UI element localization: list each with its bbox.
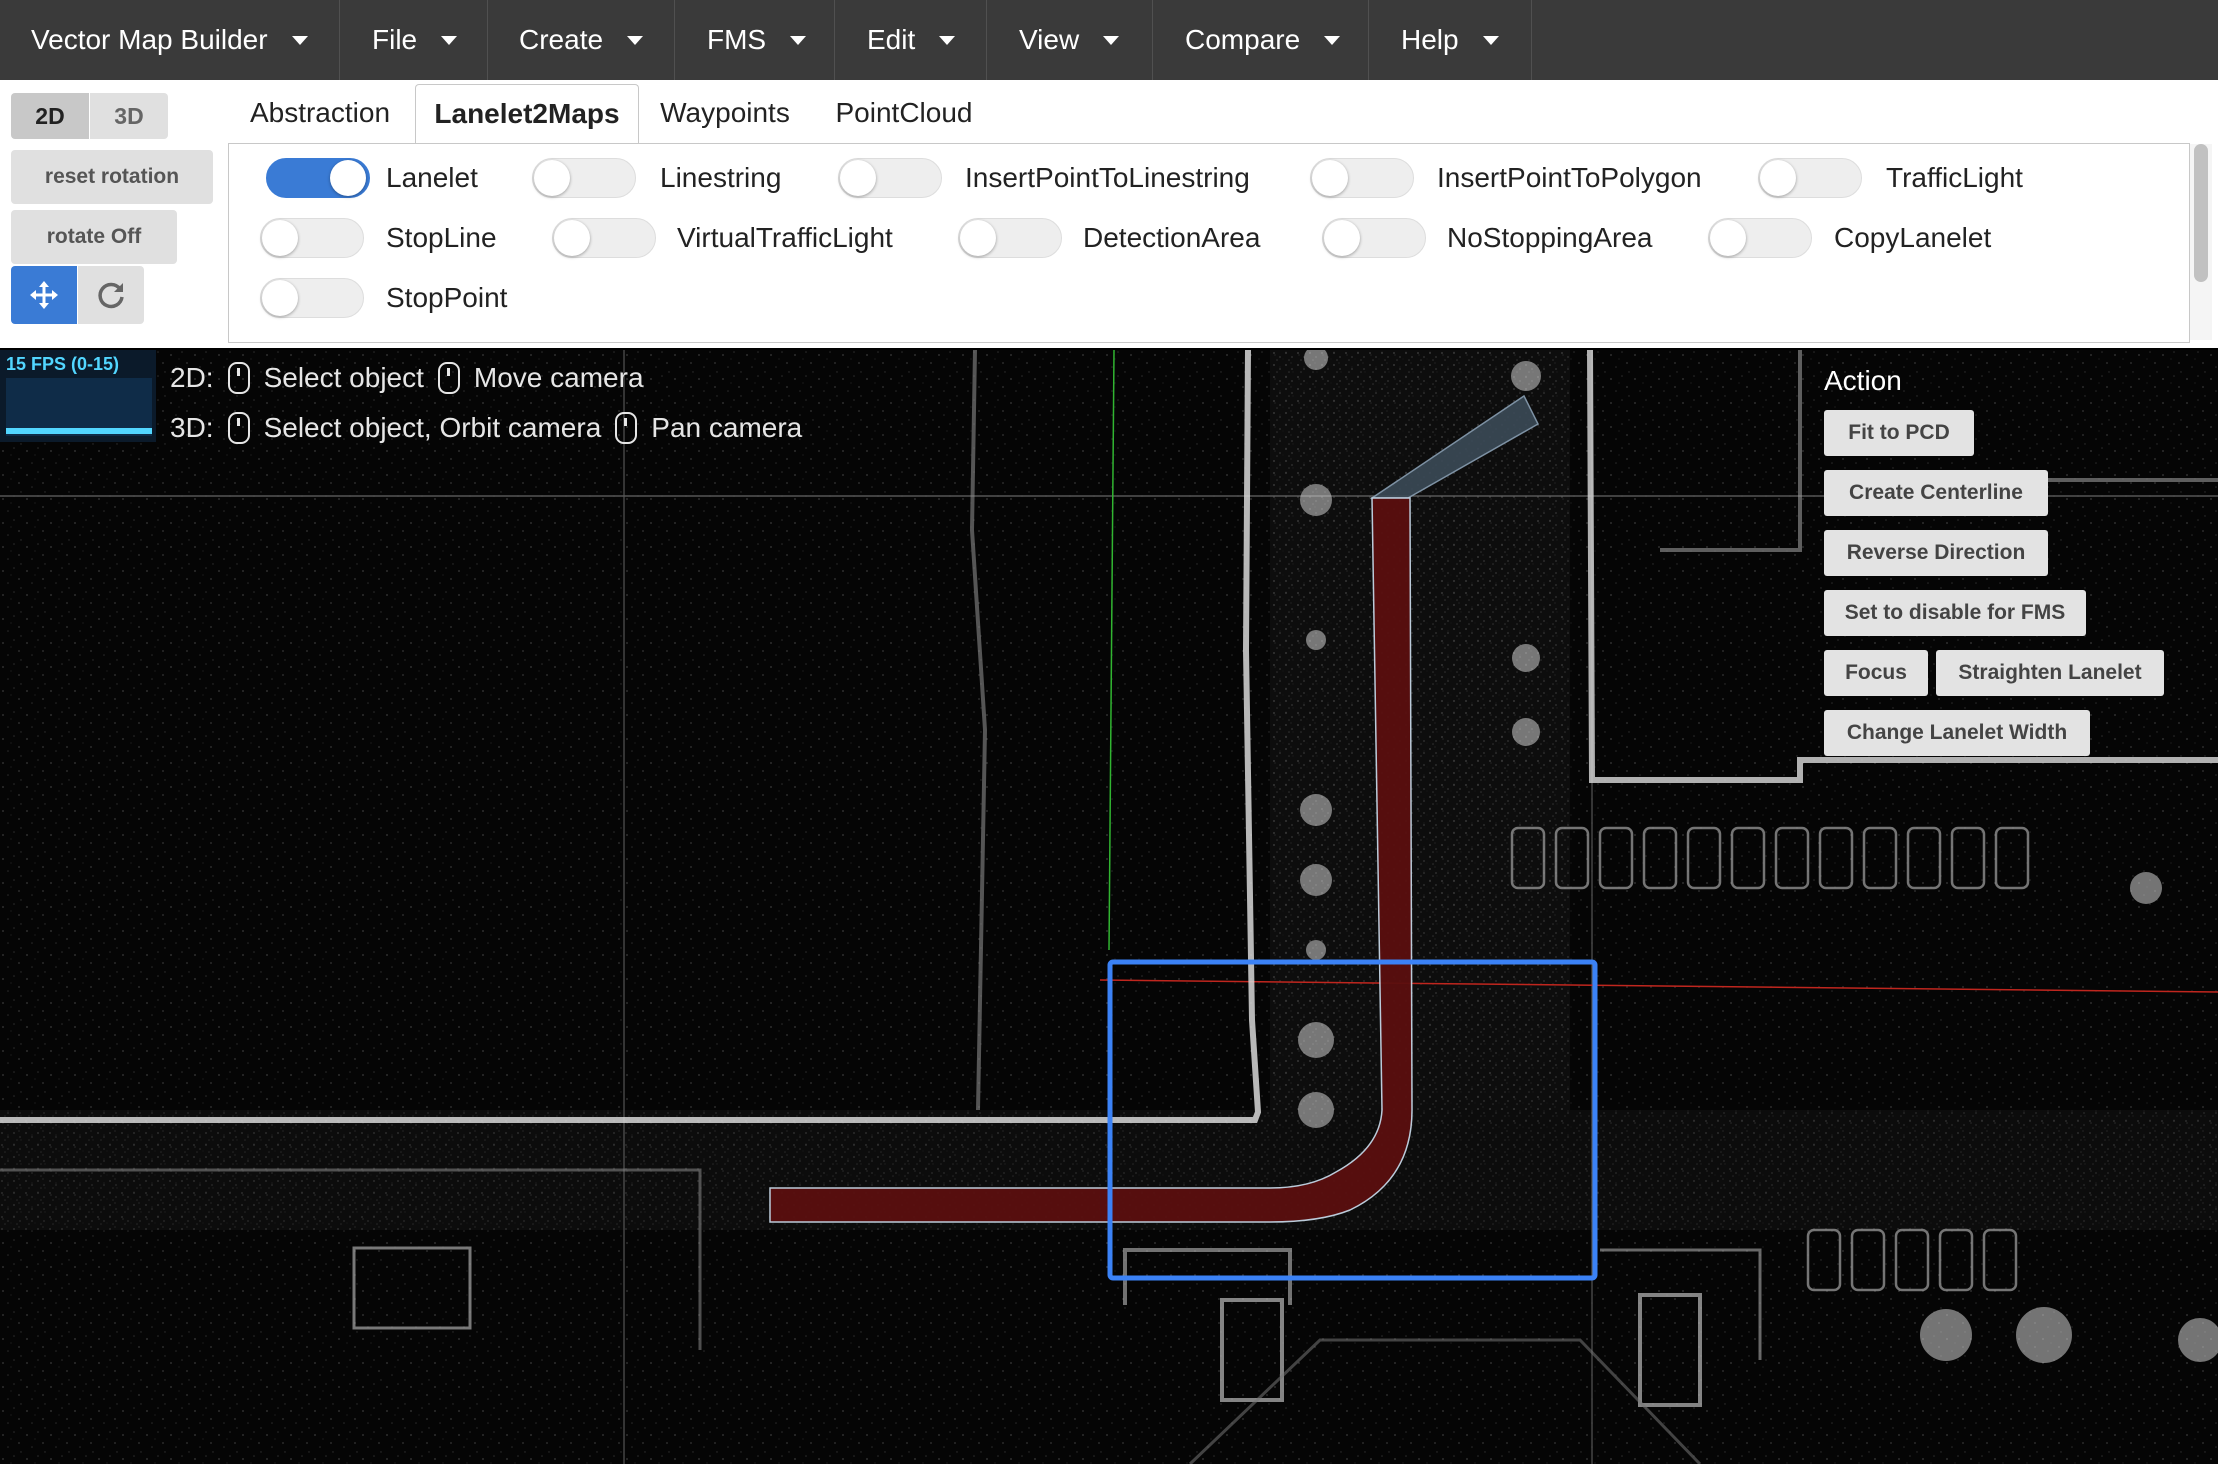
chevron-down-icon (627, 35, 644, 45)
toggle-trafficlight[interactable] (1758, 158, 1862, 198)
tab-lanelet2maps[interactable]: Lanelet2Maps (415, 84, 639, 143)
toggle-label-virtualtrafficlight: VirtualTrafficLight (677, 222, 893, 253)
toggle-knob (840, 160, 876, 196)
point-cloud-map (0, 350, 2218, 1464)
hint-2d-move: Move camera (473, 362, 644, 393)
toggle-virtualtrafficlight[interactable] (552, 218, 656, 258)
menu-fms[interactable]: FMS (675, 0, 835, 80)
reset-rotation-button[interactable]: reset rotation (11, 150, 213, 204)
mouse-left-click-icon (227, 412, 250, 444)
hint-2d-prefix: 2D: (170, 362, 214, 393)
rotate-toggle-button[interactable]: rotate Off (11, 210, 177, 264)
toggle-knob (554, 220, 590, 256)
menu-app[interactable]: Vector Map Builder (0, 0, 340, 80)
straighten-lanelet-button[interactable]: Straighten Lanelet (1936, 650, 2164, 696)
tab-abstraction[interactable]: Abstraction (232, 84, 408, 142)
toggle-nostoppingarea[interactable] (1322, 218, 1426, 258)
toggle-label-trafficlight: TrafficLight (1886, 162, 2023, 193)
refresh-icon (98, 282, 124, 309)
move-tool-button[interactable] (11, 266, 77, 324)
toggle-stoppoint[interactable] (260, 278, 364, 318)
menu-create-label: Create (519, 24, 604, 55)
chevron-down-icon (1324, 35, 1341, 45)
menu-file-label: File (372, 24, 418, 55)
toggle-label-insertpointtopolygon: InsertPointToPolygon (1437, 162, 1702, 193)
chevron-down-icon (790, 35, 807, 45)
toggle-insertpointtopolygon[interactable] (1310, 158, 1414, 198)
fps-graph-bar (6, 428, 152, 434)
toggle-label-insertpointtolinestring: InsertPointToLinestring (965, 162, 1250, 193)
fps-meter[interactable]: 15 FPS (0-15) (0, 350, 156, 442)
change-lanelet-width-button[interactable]: Change Lanelet Width (1824, 710, 2090, 756)
chevron-down-icon (1103, 35, 1120, 45)
toggle-linestring[interactable] (532, 158, 636, 198)
tab-pointcloud[interactable]: PointCloud (818, 84, 990, 142)
menu-file[interactable]: File (340, 0, 488, 80)
menu-compare-label: Compare (1185, 24, 1301, 55)
fps-graph (6, 378, 152, 436)
reverse-direction-button[interactable]: Reverse Direction (1824, 530, 2048, 576)
hint-2d: 2D: Select object Move camera (170, 358, 644, 398)
map-viewport[interactable]: 15 FPS (0-15) 2D: Select object Move cam… (0, 350, 2218, 1464)
menu-create[interactable]: Create (488, 0, 675, 80)
toggle-knob (330, 160, 366, 196)
toggle-knob (1710, 220, 1746, 256)
disable-for-fms-button[interactable]: Set to disable for FMS (1824, 590, 2086, 636)
chevron-down-icon (939, 35, 956, 45)
hint-2d-select: Select object (263, 362, 424, 393)
toggle-label-copylanelet: CopyLanelet (1834, 222, 1992, 253)
rotate-tool-button[interactable] (78, 266, 144, 324)
focus-button[interactable]: Focus (1824, 650, 1928, 696)
menu-fms-label: FMS (707, 24, 767, 55)
toggle-label-stopline: StopLine (386, 222, 497, 253)
toggle-label-linestring: Linestring (660, 162, 782, 193)
toggle-knob (960, 220, 996, 256)
toggle-panel-scrollbar[interactable] (2190, 144, 2212, 340)
toggle-copylanelet[interactable] (1708, 218, 1812, 258)
scrollbar-thumb[interactable] (2194, 144, 2208, 282)
tab-waypoints[interactable]: Waypoints (642, 84, 808, 142)
mouse-right-click-icon (437, 362, 460, 394)
toggle-label-stoppoint: StopPoint (386, 282, 508, 313)
toggle-knob (534, 160, 570, 196)
view-3d-button[interactable]: 3D (90, 93, 168, 139)
toggle-knob (262, 280, 298, 316)
toggle-knob (1760, 160, 1796, 196)
menu-view-label: View (1019, 24, 1080, 55)
chevron-down-icon (441, 35, 458, 45)
view-2d-button[interactable]: 2D (11, 93, 89, 139)
toggle-knob (1312, 160, 1348, 196)
hint-3d-select: Select object, Orbit camera (263, 412, 602, 443)
toggle-knob (1324, 220, 1360, 256)
hint-3d: 3D: Select object, Orbit camera Pan came… (170, 408, 802, 448)
toggle-label-nostoppingarea: NoStoppingArea (1447, 222, 1653, 253)
chevron-down-icon (291, 35, 308, 45)
create-centerline-button[interactable]: Create Centerline (1824, 470, 2048, 516)
menu-edit-label: Edit (867, 24, 916, 55)
mouse-right-click-icon (615, 412, 638, 444)
hint-3d-prefix: 3D: (170, 412, 214, 443)
move-arrows-icon (30, 281, 58, 309)
action-title: Action (1824, 365, 1902, 396)
menu-help[interactable]: Help (1369, 0, 1532, 80)
fit-to-pcd-button[interactable]: Fit to PCD (1824, 410, 1974, 456)
toggle-lanelet[interactable] (266, 158, 370, 198)
menu-compare[interactable]: Compare (1153, 0, 1369, 80)
menu-app-label: Vector Map Builder (31, 24, 268, 55)
fps-label: 15 FPS (0-15) (6, 354, 120, 374)
menu-view[interactable]: View (987, 0, 1153, 80)
toggle-label-lanelet: Lanelet (386, 162, 478, 193)
menubar: Vector Map Builder File Create FMS Edit … (0, 0, 2218, 80)
menu-help-label: Help (1401, 24, 1459, 55)
mouse-left-click-icon (227, 362, 250, 394)
chevron-down-icon (1482, 35, 1499, 45)
toggle-detectionarea[interactable] (958, 218, 1062, 258)
toggle-stopline[interactable] (260, 218, 364, 258)
hint-3d-pan: Pan camera (651, 412, 803, 443)
menu-edit[interactable]: Edit (835, 0, 987, 80)
toggle-knob (262, 220, 298, 256)
toggle-label-detectionarea: DetectionArea (1083, 222, 1261, 253)
toggle-insertpointtolinestring[interactable] (838, 158, 942, 198)
